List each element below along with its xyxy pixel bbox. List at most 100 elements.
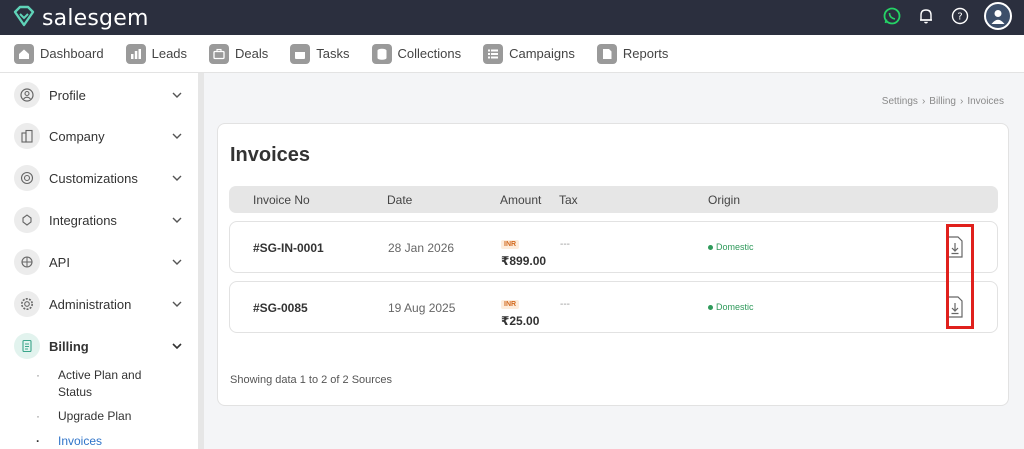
breadcrumb-billing[interactable]: Billing bbox=[929, 96, 956, 107]
sidebar-label: Billing bbox=[49, 338, 89, 354]
status-dot bbox=[708, 304, 713, 310]
nav-label: Dashboard bbox=[40, 46, 104, 61]
nav-dashboard[interactable]: Dashboard bbox=[14, 43, 104, 64]
column-date: Date bbox=[387, 193, 413, 207]
sidebar-subitem-active-plan[interactable]: · Active Plan and Status bbox=[36, 367, 141, 401]
origin-label: Domestic bbox=[716, 242, 754, 252]
brand-name: salesgem bbox=[42, 6, 149, 31]
sub-label: Status bbox=[58, 385, 93, 399]
column-invoice-no: Invoice No bbox=[253, 193, 310, 207]
settings-sidebar: Profile Company Customizations Integrati… bbox=[0, 73, 198, 449]
chevron-down-icon[interactable] bbox=[170, 339, 184, 353]
column-amount: Amount bbox=[500, 193, 542, 207]
bullet: · bbox=[36, 409, 40, 423]
sidebar-item-billing[interactable]: Billing bbox=[14, 331, 184, 361]
briefcase-icon bbox=[209, 43, 230, 64]
nav-leads[interactable]: Leads bbox=[125, 43, 188, 64]
billing-icon bbox=[14, 333, 40, 359]
tasks-icon bbox=[290, 43, 311, 64]
chevron-down-icon[interactable] bbox=[170, 171, 184, 185]
list-icon bbox=[483, 43, 504, 64]
nav-tasks[interactable]: Tasks bbox=[290, 43, 350, 64]
invoice-amount: INR ₹25.00 bbox=[501, 293, 539, 328]
sidebar-item-customizations[interactable]: Customizations bbox=[14, 163, 184, 193]
nav-label: Deals bbox=[235, 46, 269, 61]
invoice-amount: INR ₹899.00 bbox=[501, 233, 546, 268]
help-icon[interactable]: ? bbox=[950, 6, 970, 26]
sidebar-item-company[interactable]: Company bbox=[14, 121, 184, 151]
sidebar-label: Integrations bbox=[49, 212, 117, 228]
sidebar-label: Customizations bbox=[49, 170, 138, 186]
invoice-date: 28 Jan 2026 bbox=[388, 241, 455, 255]
gem-logo-icon bbox=[12, 5, 36, 32]
brand-logo[interactable]: salesgem bbox=[12, 5, 149, 32]
sidebar-item-integrations[interactable]: Integrations bbox=[14, 205, 184, 235]
invoice-tax: --- bbox=[560, 239, 570, 250]
sidebar-label: Administration bbox=[49, 296, 132, 312]
leads-chart-icon bbox=[125, 43, 146, 64]
table-header: Invoice No Date Amount Tax Origin bbox=[229, 186, 998, 213]
nav-collections[interactable]: Collections bbox=[371, 43, 462, 64]
breadcrumb: Settings › Billing › Invoices bbox=[882, 96, 1004, 107]
integrations-icon bbox=[14, 207, 40, 233]
nav-label: Leads bbox=[151, 46, 188, 61]
sidebar-item-administration[interactable]: Administration bbox=[14, 289, 184, 319]
sidebar-subitem-upgrade-plan[interactable]: · Upgrade Plan bbox=[36, 408, 131, 425]
sidebar-subitem-invoices[interactable]: · Invoices bbox=[36, 433, 102, 449]
currency-badge: INR bbox=[501, 300, 520, 309]
bullet: · bbox=[36, 368, 40, 382]
nav-label: Campaigns bbox=[509, 46, 575, 61]
chevron-down-icon[interactable] bbox=[170, 255, 184, 269]
database-icon bbox=[371, 43, 392, 64]
invoice-date: 19 Aug 2025 bbox=[388, 301, 456, 315]
chevron-down-icon[interactable] bbox=[170, 213, 184, 227]
sub-label: Active Plan and bbox=[58, 368, 142, 382]
nav-label: Reports bbox=[622, 46, 669, 61]
table-row[interactable]: #SG-0085 19 Aug 2025 INR ₹25.00 --- Dome… bbox=[229, 281, 998, 333]
invoice-number: #SG-0085 bbox=[253, 301, 308, 315]
nav-label: Collections bbox=[397, 46, 462, 61]
sidebar-item-api[interactable]: API bbox=[14, 247, 184, 277]
invoice-number: #SG-IN-0001 bbox=[253, 241, 324, 255]
api-icon bbox=[14, 249, 40, 275]
column-origin: Origin bbox=[708, 193, 741, 207]
sidebar-item-profile[interactable]: Profile bbox=[14, 80, 184, 110]
currency-badge: INR bbox=[501, 240, 520, 249]
bell-icon[interactable] bbox=[916, 6, 936, 26]
bullet: · bbox=[36, 434, 40, 448]
pagination-summary: Showing data 1 to 2 of 2 Sources bbox=[230, 374, 393, 386]
nav-campaigns[interactable]: Campaigns bbox=[483, 43, 575, 64]
invoice-tax: --- bbox=[560, 299, 570, 310]
sidebar-scrollbar[interactable] bbox=[198, 73, 204, 449]
main-nav: Dashboard Leads Deals Tasks Collections … bbox=[0, 35, 1024, 73]
document-icon bbox=[596, 43, 617, 64]
top-bar: salesgem ? bbox=[0, 0, 1024, 35]
customizations-icon bbox=[14, 165, 40, 191]
amount-value: ₹899.00 bbox=[501, 254, 547, 268]
chevron-down-icon[interactable] bbox=[170, 297, 184, 311]
sidebar-label: API bbox=[49, 254, 70, 270]
column-tax: Tax bbox=[559, 193, 578, 207]
company-icon bbox=[14, 123, 40, 149]
chevron-down-icon[interactable] bbox=[170, 88, 184, 102]
profile-icon bbox=[14, 82, 40, 108]
breadcrumb-invoices: Invoices bbox=[967, 96, 1004, 107]
breadcrumb-settings[interactable]: Settings bbox=[882, 96, 918, 107]
gear-icon bbox=[14, 291, 40, 317]
table-row[interactable]: #SG-IN-0001 28 Jan 2026 INR ₹899.00 --- … bbox=[229, 221, 998, 273]
sub-label: Invoices bbox=[58, 434, 103, 448]
nav-label: Tasks bbox=[316, 46, 350, 61]
invoice-origin: Domestic bbox=[708, 242, 754, 252]
amount-value: ₹25.00 bbox=[501, 314, 540, 328]
user-avatar-icon[interactable] bbox=[984, 2, 1012, 30]
nav-reports[interactable]: Reports bbox=[596, 43, 669, 64]
home-icon bbox=[14, 43, 34, 64]
breadcrumb-separator: › bbox=[959, 96, 964, 107]
highlight-box bbox=[946, 224, 974, 329]
svg-text:?: ? bbox=[957, 12, 962, 23]
invoices-card: Invoices Invoice No Date Amount Tax Orig… bbox=[217, 123, 1009, 406]
chevron-down-icon[interactable] bbox=[170, 129, 184, 143]
whatsapp-icon[interactable] bbox=[882, 6, 902, 26]
sub-label: Upgrade Plan bbox=[58, 409, 132, 423]
nav-deals[interactable]: Deals bbox=[209, 43, 269, 64]
